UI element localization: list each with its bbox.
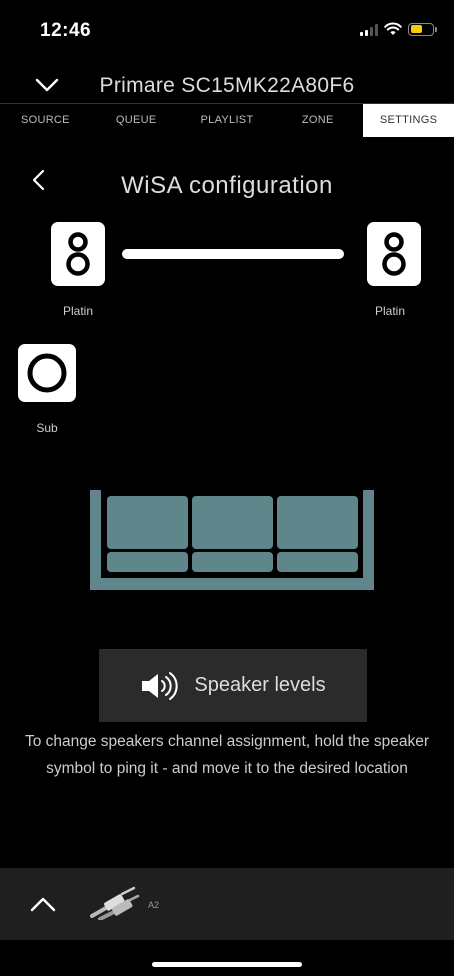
device-title: Primare SC15MK22A80F6 bbox=[99, 74, 355, 97]
header: Primare SC15MK22A80F6 bbox=[0, 64, 454, 108]
sofa-illustration bbox=[90, 490, 374, 590]
speaker-right[interactable] bbox=[367, 222, 421, 286]
status-icons bbox=[360, 22, 437, 36]
volume-icon bbox=[142, 671, 179, 700]
speaker-right-icon bbox=[382, 232, 406, 276]
channel-assignment-bar bbox=[122, 249, 344, 259]
status-time: 12:46 bbox=[40, 20, 92, 41]
speaker-right-label: Platin bbox=[374, 304, 406, 318]
tab-playlist[interactable]: PLAYLIST bbox=[182, 104, 273, 137]
cellular-signal-icon bbox=[360, 23, 378, 36]
wifi-icon bbox=[384, 22, 402, 35]
chevron-up-icon[interactable] bbox=[28, 892, 58, 916]
tab-queue[interactable]: QUEUE bbox=[91, 104, 182, 137]
source-label: A2 bbox=[148, 900, 160, 910]
tab-zone[interactable]: ZONE bbox=[272, 104, 363, 137]
page-title: WiSA configuration bbox=[121, 172, 333, 199]
speaker-levels-button[interactable]: Speaker levels bbox=[99, 649, 367, 722]
speaker-sub-label: Sub bbox=[36, 421, 58, 435]
speaker-left-icon bbox=[66, 232, 90, 276]
now-playing-bar[interactable]: A2 bbox=[0, 868, 454, 940]
tab-settings[interactable]: SETTINGS bbox=[363, 104, 454, 137]
home-indicator[interactable] bbox=[152, 962, 302, 967]
rca-cable-icon bbox=[90, 886, 140, 920]
instructions-text: To change speakers channel assignment, h… bbox=[24, 733, 430, 777]
speaker-sub[interactable] bbox=[18, 344, 76, 402]
tab-source[interactable]: SOURCE bbox=[0, 104, 91, 137]
speaker-left[interactable] bbox=[51, 222, 105, 286]
battery-icon bbox=[408, 22, 437, 36]
subwoofer-icon bbox=[27, 353, 67, 393]
speaker-levels-label: Speaker levels bbox=[194, 674, 326, 696]
tab-bar: SOURCE QUEUE PLAYLIST ZONE SETTINGS bbox=[0, 103, 454, 137]
speaker-left-label: Platin bbox=[62, 304, 94, 318]
status-bar: 12:46 bbox=[0, 0, 454, 60]
